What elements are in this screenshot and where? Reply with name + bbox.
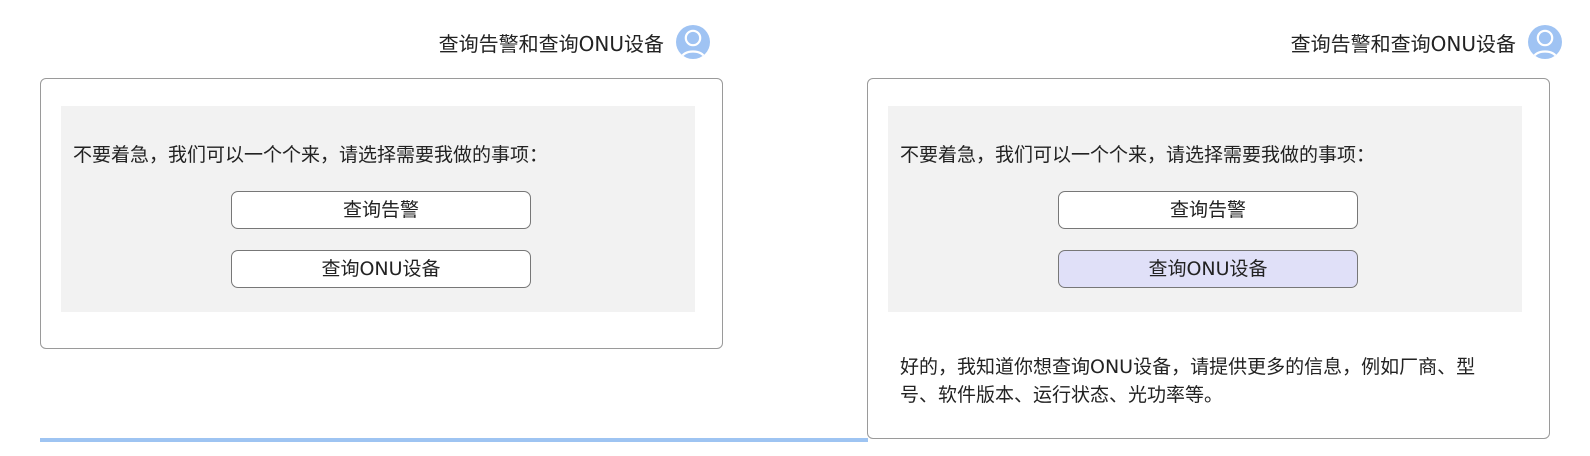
user-message: 查询告警和查询ONU设备: [438, 31, 664, 56]
option-prompt: 不要着急，我们可以一个个来，请选择需要我做的事项：: [900, 144, 1376, 166]
user-avatar-icon: [1528, 25, 1562, 59]
option-prompt: 不要着急，我们可以一个个来，请选择需要我做的事项：: [73, 144, 549, 166]
right-chat-panel: 查询告警和查询ONU设备 不要着急，我们可以一个个来，请选择需要我做的事项： 查…: [828, 0, 1590, 456]
bot-reply-card: 不要着急，我们可以一个个来，请选择需要我做的事项： 查询告警 查询ONU设备 好…: [867, 78, 1550, 439]
option-selection-box: 不要着急，我们可以一个个来，请选择需要我做的事项： 查询告警 查询ONU设备: [61, 106, 695, 312]
query-alarm-button[interactable]: 查询告警: [1058, 191, 1358, 229]
left-chat-panel: 查询告警和查询ONU设备 不要着急，我们可以一个个来，请选择需要我做的事项： 查…: [0, 0, 868, 456]
user-message: 查询告警和查询ONU设备: [1290, 31, 1516, 56]
query-onu-device-button[interactable]: 查询ONU设备: [231, 250, 531, 288]
query-onu-device-button[interactable]: 查询ONU设备: [1058, 250, 1358, 288]
user-avatar-icon: [676, 25, 710, 59]
divider-line: [40, 438, 868, 442]
user-message-row: 查询告警和查询ONU设备: [1291, 24, 1562, 60]
option-selection-box: 不要着急，我们可以一个个来，请选择需要我做的事项： 查询告警 查询ONU设备: [888, 106, 1522, 312]
bot-reply-card: 不要着急，我们可以一个个来，请选择需要我做的事项： 查询告警 查询ONU设备: [40, 78, 723, 349]
bot-reply-text: 好的，我知道你想查询ONU设备，请提供更多的信息，例如厂商、型号、软件版本、运行…: [900, 356, 1476, 406]
user-message-row: 查询告警和查询ONU设备: [439, 24, 710, 60]
query-alarm-button[interactable]: 查询告警: [231, 191, 531, 229]
